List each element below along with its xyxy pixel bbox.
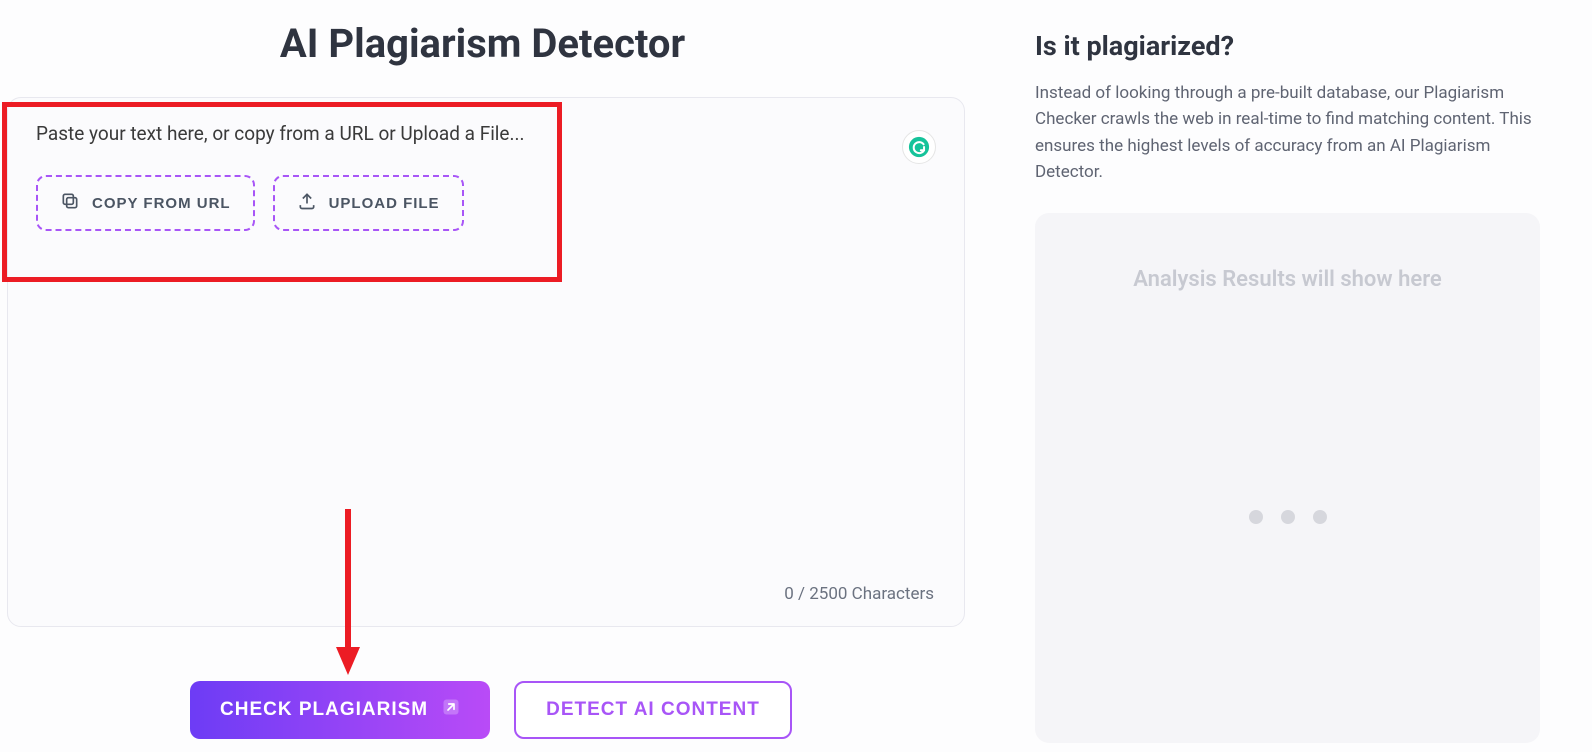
dot-icon [1313, 510, 1327, 524]
input-placeholder: Paste your text here, or copy from a URL… [36, 122, 936, 145]
results-card: Analysis Results will show here [1035, 213, 1540, 743]
detect-ai-label: DETECT AI CONTENT [546, 699, 760, 721]
grammarly-icon[interactable] [902, 130, 936, 164]
dot-icon [1249, 510, 1263, 524]
upload-file-label: UPLOAD FILE [329, 195, 440, 212]
check-plagiarism-label: CHECK PLAGIARISM [220, 699, 428, 721]
results-placeholder: Analysis Results will show here [1055, 267, 1520, 292]
detect-ai-content-button[interactable]: DETECT AI CONTENT [514, 681, 792, 739]
text-input-card[interactable]: Paste your text here, or copy from a URL… [7, 97, 965, 627]
copy-icon [60, 191, 80, 215]
check-plagiarism-button[interactable]: CHECK PLAGIARISM [190, 681, 490, 739]
upload-icon [297, 191, 317, 215]
copy-from-url-button[interactable]: COPY FROM URL [36, 175, 255, 231]
upload-actions-row: COPY FROM URL UPLOAD FILE [36, 175, 936, 231]
sidebar-description: Instead of looking through a pre-built d… [1035, 80, 1540, 185]
character-counter: 0 / 2500 Characters [784, 584, 934, 604]
cta-row: CHECK PLAGIARISM DETECT AI CONTENT [190, 681, 965, 739]
copy-from-url-label: COPY FROM URL [92, 195, 231, 212]
sidebar-title: Is it plagiarized? [1035, 30, 1540, 62]
page-title: AI Plagiarism Detector [0, 20, 965, 67]
dot-icon [1281, 510, 1295, 524]
loading-dots [1249, 510, 1327, 524]
arrow-up-right-icon [442, 698, 460, 722]
upload-file-button[interactable]: UPLOAD FILE [273, 175, 464, 231]
